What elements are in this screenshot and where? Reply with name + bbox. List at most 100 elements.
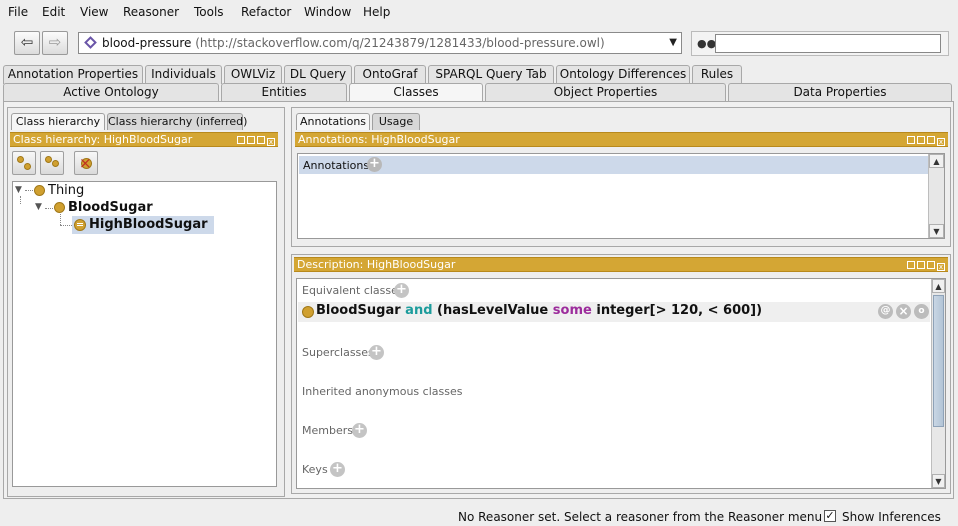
- description-list: Equivalent classes + BloodSugar and (has…: [296, 278, 946, 489]
- add-superclass-icon[interactable]: +: [369, 345, 384, 360]
- add-member-icon[interactable]: +: [352, 423, 367, 438]
- annotations-title: Annotations: HighBloodSugar: [298, 133, 460, 146]
- menu-refactor[interactable]: Refactor: [241, 5, 291, 19]
- add-key-icon[interactable]: +: [330, 462, 345, 477]
- equivalent-class-row[interactable]: BloodSugar and (hasLevelValue some integ…: [298, 302, 930, 322]
- ontology-label: blood-pressure (http://stackoverflow.com…: [102, 36, 605, 50]
- inherited-anonymous-classes-label: Inherited anonymous classes: [302, 385, 463, 398]
- equivalent-classes-label: Equivalent classes: [302, 284, 404, 297]
- tab-ontology-differences[interactable]: Ontology Differences: [556, 65, 690, 84]
- tree-node-thing[interactable]: Thing: [48, 183, 84, 198]
- ontology-selector[interactable]: blood-pressure (http://stackoverflow.com…: [78, 32, 682, 54]
- close-icon[interactable]: x: [937, 138, 945, 146]
- minimize-icon[interactable]: [917, 136, 925, 144]
- status-bar: No Reasoner set. Select a reasoner from …: [0, 504, 958, 526]
- tab-sparql-query[interactable]: SPARQL Query Tab: [428, 65, 554, 84]
- tree-node-highbloodsugar[interactable]: HighBloodSugar: [89, 217, 208, 232]
- tree-node-bloodsugar[interactable]: BloodSugar: [68, 200, 153, 215]
- delete-axiom-button[interactable]: ×: [896, 304, 911, 319]
- scroll-down-icon[interactable]: ▼: [929, 224, 944, 238]
- tab-data-properties[interactable]: Data Properties: [728, 83, 952, 102]
- close-icon[interactable]: x: [267, 138, 275, 146]
- description-title: Description: HighBloodSugar: [297, 258, 456, 271]
- ontology-address-bar: ⇦ ⇨ blood-pressure (http://stackoverflow…: [0, 26, 958, 62]
- tab-entities[interactable]: Entities: [221, 83, 347, 102]
- annotate-axiom-button[interactable]: @: [878, 304, 893, 319]
- back-button[interactable]: ⇦: [14, 31, 40, 55]
- add-annotation-icon[interactable]: +: [367, 157, 382, 172]
- menu-file[interactable]: File: [8, 5, 28, 19]
- add-sibling-button[interactable]: [40, 151, 64, 175]
- tab-dl-query[interactable]: DL Query: [284, 65, 352, 84]
- subtab-class-hierarchy-inferred[interactable]: Class hierarchy (inferred): [107, 113, 247, 130]
- maximize-icon[interactable]: [927, 261, 935, 269]
- tab-annotation-properties[interactable]: Annotation Properties: [3, 65, 143, 84]
- tab-rules[interactable]: Rules: [692, 65, 742, 84]
- collapse-icon[interactable]: ▼: [15, 185, 22, 195]
- tab-ontograf[interactable]: OntoGraf: [354, 65, 426, 84]
- tab-object-properties[interactable]: Object Properties: [485, 83, 726, 102]
- collapse-icon[interactable]: ▼: [35, 202, 42, 212]
- description-header: Description: HighBloodSugar x: [294, 257, 948, 272]
- scroll-up-icon[interactable]: ▲: [929, 154, 944, 168]
- annotations-scrollbar[interactable]: ▲ ▼: [928, 154, 944, 238]
- add-subclass-button[interactable]: [12, 151, 36, 175]
- subtab-annotations[interactable]: Annotations: [296, 113, 370, 130]
- expr-keyword-and: and: [405, 303, 433, 318]
- add-subclass-icon: [17, 156, 24, 163]
- view-controls: x: [235, 134, 275, 147]
- add-sibling-icon: [45, 156, 52, 163]
- annotations-list: Annotations + ▲ ▼: [297, 153, 945, 239]
- menu-reasoner[interactable]: Reasoner: [123, 5, 179, 19]
- expr-keyword-some: some: [552, 303, 592, 318]
- binoculars-icon: ●●: [697, 37, 717, 50]
- pin-icon[interactable]: [907, 136, 915, 144]
- menu-help[interactable]: Help: [363, 5, 390, 19]
- tab-active-ontology[interactable]: Active Ontology: [3, 83, 219, 102]
- ontology-iri: (http://stackoverflow.com/q/21243879/128…: [195, 36, 605, 50]
- menu-view[interactable]: View: [80, 5, 108, 19]
- show-inferences-label[interactable]: Show Inferences: [842, 510, 941, 524]
- maximize-icon[interactable]: [927, 136, 935, 144]
- expr-property: (hasLevelValue: [437, 303, 549, 318]
- maximize-icon[interactable]: [257, 136, 265, 144]
- pin-icon[interactable]: [907, 261, 915, 269]
- add-equivalent-class-icon[interactable]: +: [394, 283, 409, 298]
- class-hierarchy-header: Class hierarchy: HighBloodSugar x: [10, 132, 278, 147]
- subtab-class-hierarchy[interactable]: Class hierarchy: [11, 113, 105, 130]
- class-tree: ▼ Thing ▼ BloodSugar HighBloodSugar: [12, 181, 277, 487]
- subtab-usage[interactable]: Usage: [372, 113, 420, 130]
- add-subclass-icon-part: [24, 163, 31, 170]
- menu-tools[interactable]: Tools: [194, 5, 224, 19]
- delete-class-button[interactable]: ×: [74, 151, 98, 175]
- scroll-down-icon[interactable]: ▼: [932, 474, 945, 488]
- tree-line: [20, 196, 21, 204]
- edit-axiom-button[interactable]: o: [914, 304, 929, 319]
- menu-window[interactable]: Window: [304, 5, 351, 19]
- tab-owlviz[interactable]: OWLViz: [224, 65, 282, 84]
- forward-button[interactable]: ⇨: [42, 31, 68, 55]
- view-controls: x: [905, 259, 945, 272]
- tab-individuals[interactable]: Individuals: [145, 65, 222, 84]
- expr-class: BloodSugar: [316, 303, 401, 318]
- back-arrow-icon: ⇦: [20, 33, 34, 51]
- tab-classes[interactable]: Classes: [349, 83, 483, 102]
- annotations-label: Annotations: [303, 159, 370, 172]
- class-hierarchy-title: Class hierarchy: HighBloodSugar: [13, 133, 193, 146]
- menu-edit[interactable]: Edit: [42, 5, 65, 19]
- tree-line: [45, 208, 53, 209]
- search-input[interactable]: [715, 34, 941, 53]
- members-label: Members: [302, 424, 353, 437]
- description-scrollbar[interactable]: ▲ ▼: [931, 279, 945, 488]
- close-icon[interactable]: x: [937, 263, 945, 271]
- tree-line: [60, 225, 72, 226]
- dropdown-arrow-icon[interactable]: ▼: [669, 37, 677, 48]
- pin-icon[interactable]: [237, 136, 245, 144]
- scroll-up-icon[interactable]: ▲: [932, 279, 945, 293]
- minimize-icon[interactable]: [917, 261, 925, 269]
- minimize-icon[interactable]: [247, 136, 255, 144]
- show-inferences-checkbox[interactable]: ✓: [824, 510, 836, 522]
- superclasses-label: Superclasses: [302, 346, 374, 359]
- search-box: ●●: [691, 31, 949, 56]
- scroll-thumb[interactable]: [933, 295, 944, 427]
